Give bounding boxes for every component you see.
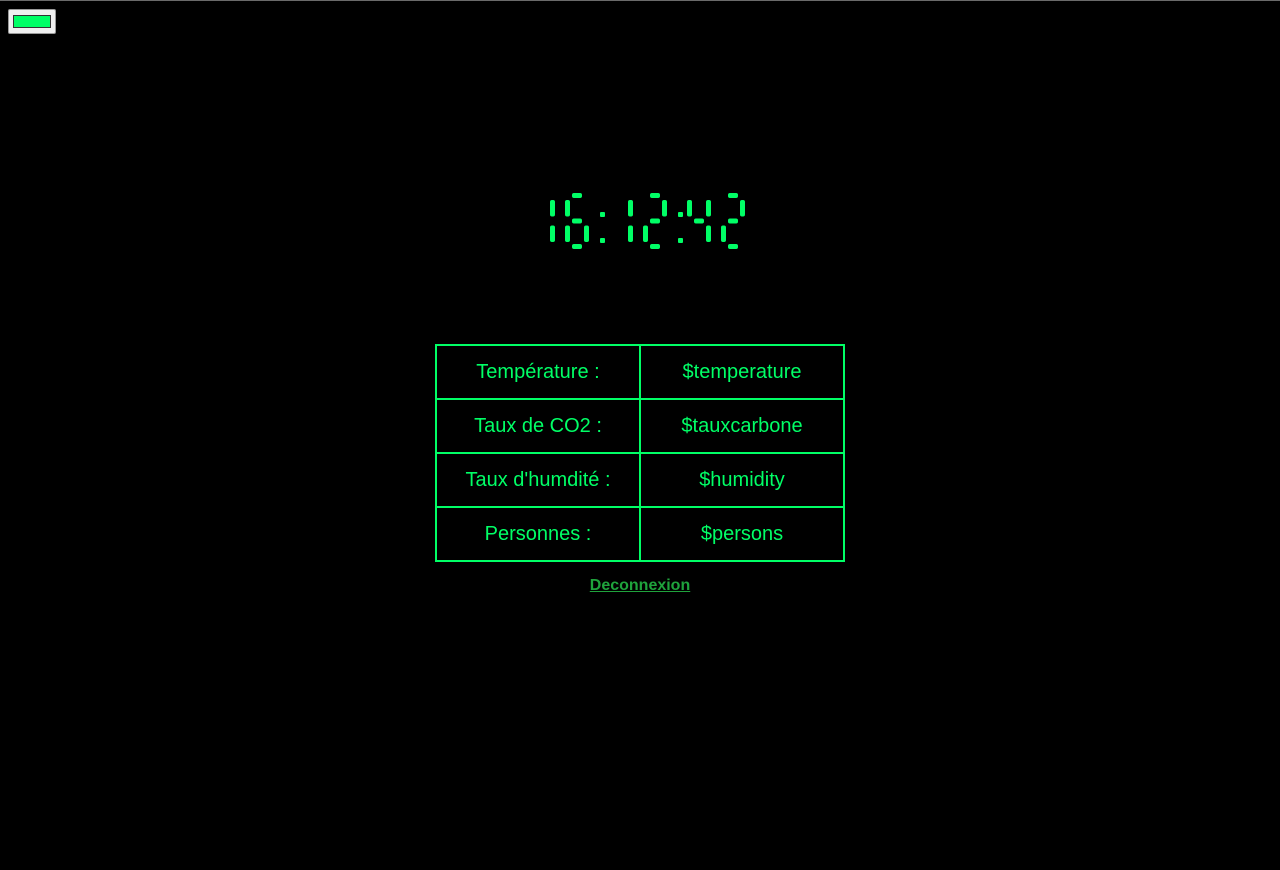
clock-segment [721, 225, 726, 242]
clock-segment [550, 200, 555, 217]
reading-value: $temperature [639, 344, 845, 400]
clock-segment [643, 225, 648, 242]
table-row: Température : $temperature [435, 344, 845, 400]
clock-colon-dot [600, 212, 605, 217]
reading-label: Personnes : [435, 506, 641, 562]
clock-segment [662, 200, 667, 217]
clock-colon-dot [678, 238, 683, 243]
clock-segment [650, 244, 660, 249]
clock-segment [584, 225, 589, 242]
clock-colon-dot [678, 212, 683, 217]
reading-label: Température : [435, 344, 641, 400]
table-row: Personnes : $persons [435, 506, 845, 562]
reading-value: $humidity [639, 452, 845, 508]
digital-clock: 16:12:42 [529, 192, 749, 252]
sensor-readings-table: Température : $temperature Taux de CO2 :… [435, 344, 845, 562]
clock-segment [572, 193, 582, 198]
clock-segment [565, 225, 570, 242]
reading-label: Taux de CO2 : [435, 398, 641, 454]
clock-digit [550, 200, 555, 242]
clock-segment [706, 200, 711, 217]
clock-colon-dot [600, 238, 605, 243]
clock-digit [565, 193, 589, 249]
reading-label: Taux d'humdité : [435, 452, 641, 508]
clock-digit [628, 200, 633, 242]
clock-segment [694, 218, 704, 224]
clock-segment [628, 225, 633, 242]
clock-digit [687, 200, 711, 242]
clock-segment [687, 200, 692, 217]
clock-segment [650, 218, 660, 224]
clock-segment [728, 218, 738, 224]
reading-value: $persons [639, 506, 845, 562]
clock-segment [728, 193, 738, 198]
clock-digit [643, 193, 667, 249]
clock-segment [565, 200, 570, 217]
reading-value: $tauxcarbone [639, 398, 845, 454]
table-row: Taux d'humdité : $humidity [435, 452, 845, 508]
color-picker-input[interactable] [8, 9, 56, 34]
clock-segment [572, 218, 582, 224]
window-top-border [0, 0, 1280, 1]
clock-segment [628, 200, 633, 217]
clock-segment [728, 244, 738, 249]
clock-segment [706, 225, 711, 242]
clock-segment [650, 193, 660, 198]
logout-link[interactable]: Deconnexion [440, 577, 840, 595]
clock-segment [550, 225, 555, 242]
clock-digit [721, 193, 745, 249]
table-row: Taux de CO2 : $tauxcarbone [435, 398, 845, 454]
clock-segment [740, 200, 745, 217]
clock-segment [572, 244, 582, 249]
clock-digits [550, 193, 745, 249]
color-swatch [13, 15, 51, 28]
clock-time-text: 16:12:42 [529, 252, 530, 253]
